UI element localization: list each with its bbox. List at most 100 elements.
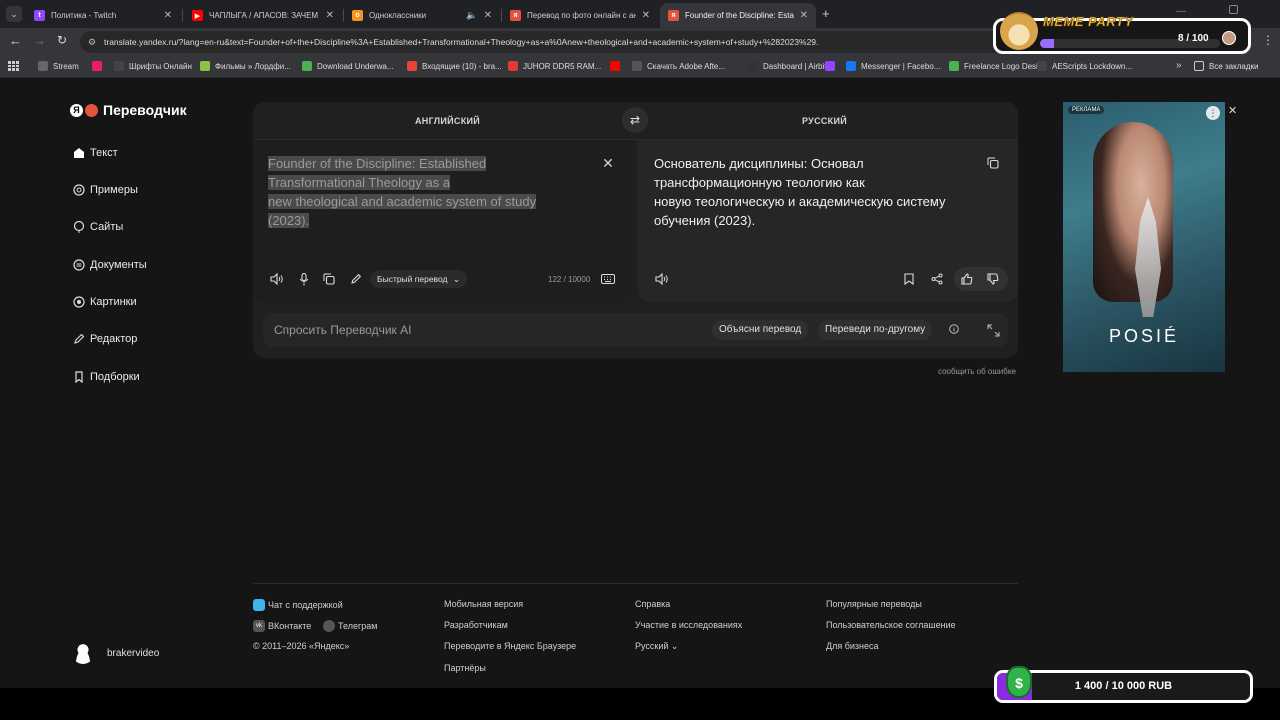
bookmark-item[interactable] bbox=[610, 61, 625, 71]
address-bar[interactable]: ⚙ translate.yandex.ru/?lang=en-ru&text=F… bbox=[80, 31, 1090, 53]
bookmark-item[interactable] bbox=[92, 61, 107, 71]
bookmark-item[interactable]: AEScripts Lockdown... bbox=[1037, 61, 1132, 71]
maximize-icon[interactable] bbox=[1229, 5, 1238, 14]
bookmark-item[interactable]: Фильмы » Лордфи... bbox=[200, 61, 291, 71]
tab-photo-translate[interactable]: я Перевод по фото онлайн с ан ✕ bbox=[502, 3, 658, 28]
footer-link[interactable]: Разработчикам bbox=[444, 620, 508, 630]
sidebar-item-editor[interactable]: Редактор bbox=[72, 332, 137, 345]
sidebar-item-images[interactable]: Картинки bbox=[72, 295, 137, 308]
explain-translation-chip[interactable]: Объясни перевод bbox=[712, 320, 809, 340]
info-icon[interactable] bbox=[947, 322, 961, 336]
target-language-selector[interactable]: РУССКИЙ bbox=[802, 116, 847, 126]
keyboard-icon[interactable] bbox=[600, 272, 616, 286]
close-tab-icon[interactable]: ✕ bbox=[484, 10, 492, 21]
documents-icon bbox=[72, 258, 85, 271]
sidebar-item-text[interactable]: Текст bbox=[72, 146, 118, 159]
sidebar-item-sites[interactable]: Сайты bbox=[72, 220, 123, 233]
bookmark-label: Входящие (10) - bra... bbox=[422, 61, 502, 71]
donation-goal-widget: 1 400 / 10 000 RUB bbox=[994, 670, 1253, 703]
bookmark-item[interactable]: Freelance Logo Desi... bbox=[949, 61, 1045, 71]
clear-text-icon[interactable]: ✕ bbox=[600, 155, 616, 171]
support-chat-link[interactable]: Чат с поддержкой bbox=[253, 599, 343, 611]
close-tab-icon[interactable]: ✕ bbox=[642, 10, 650, 21]
sidebar-item-examples[interactable]: Примеры bbox=[72, 183, 138, 196]
sidebar-item-label: Сайты bbox=[90, 220, 124, 233]
reload-icon[interactable]: ↻ bbox=[57, 33, 67, 47]
edit-pencil-icon[interactable] bbox=[348, 271, 364, 287]
report-error-link[interactable]: сообщить об ошибке bbox=[938, 367, 1016, 376]
source-text-area[interactable]: Founder of the Discipline: Established T… bbox=[268, 154, 568, 230]
sidebar-item-label: Подборки bbox=[90, 370, 140, 383]
translation-mode-dropdown[interactable]: Быстрый перевод ⌄ bbox=[370, 270, 467, 288]
copy-translation-icon[interactable] bbox=[985, 155, 1001, 171]
all-bookmarks-folder[interactable]: Все закладки bbox=[1194, 61, 1258, 71]
translation-line: трансформационную теологию как bbox=[654, 175, 865, 190]
source-language-selector[interactable]: АНГЛИЙСКИЙ bbox=[415, 116, 480, 126]
bookmark-icon[interactable] bbox=[901, 271, 917, 287]
minimize-icon[interactable]: — bbox=[1176, 6, 1186, 17]
forward-icon[interactable]: → bbox=[33, 33, 46, 48]
bookmark-label: Фильмы » Лордфи... bbox=[215, 61, 291, 71]
translate-differently-chip[interactable]: Переведи по-другому bbox=[818, 320, 933, 340]
back-icon[interactable]: ← bbox=[9, 33, 22, 48]
footer-link[interactable]: Переводите в Яндекс Браузере bbox=[444, 641, 576, 651]
footer-link[interactable]: Пользовательское соглашение bbox=[826, 620, 956, 630]
close-tab-icon[interactable]: ✕ bbox=[164, 10, 172, 21]
site-info-icon[interactable]: ⚙ bbox=[88, 31, 96, 53]
footer-link[interactable]: Партнёры bbox=[444, 663, 486, 673]
share-icon[interactable] bbox=[929, 271, 945, 287]
bookmark-item[interactable]: Входящие (10) - bra... bbox=[407, 61, 502, 71]
new-tab-icon[interactable]: + bbox=[822, 6, 830, 21]
sidebar-item-collections[interactable]: Подборки bbox=[72, 370, 140, 383]
tab-list-chevron-icon[interactable]: ⌄ bbox=[6, 6, 22, 22]
speaker-icon[interactable] bbox=[269, 271, 285, 287]
tab-odnoklassniki[interactable]: o Одноклассники 🔈 ✕ bbox=[344, 3, 500, 28]
bookmark-item[interactable]: Шрифты Онлайн bbox=[114, 61, 192, 71]
bookmark-item[interactable]: JUHOR DDR5 RAM... bbox=[508, 61, 601, 71]
footer-link[interactable]: Справка bbox=[635, 599, 670, 609]
money-bag-icon: $ bbox=[1006, 666, 1032, 698]
thumbs-up-icon[interactable] bbox=[959, 271, 975, 287]
advertisement-banner[interactable]: РЕКЛАМА ⋮ POSIÉ bbox=[1063, 102, 1225, 372]
microphone-icon[interactable] bbox=[296, 271, 312, 287]
footer-link[interactable]: Мобильная версия bbox=[444, 599, 523, 609]
tab-title: ЧАПЛЫГА / АПАСОВ: ЗАЧЕМ П bbox=[209, 11, 320, 20]
swap-languages-button[interactable]: ⇄ bbox=[622, 107, 648, 133]
source-line: Founder of the Discipline: Established bbox=[268, 156, 487, 171]
close-ad-icon[interactable]: ✕ bbox=[1228, 104, 1237, 117]
bookmark-item[interactable]: Download Underwa... bbox=[302, 61, 393, 71]
bookmark-favicon-icon bbox=[302, 61, 312, 71]
apps-grid-icon[interactable] bbox=[8, 61, 19, 71]
vk-link[interactable]: vk ВКонтакте bbox=[253, 620, 311, 632]
bookmark-item[interactable]: Скачать Adobe Afte... bbox=[632, 61, 725, 71]
language-switcher[interactable]: Русский ⌄ bbox=[635, 641, 678, 652]
tab-youtube[interactable]: ▶ ЧАПЛЫГА / АПАСОВ: ЗАЧЕМ П ✕ bbox=[184, 3, 342, 28]
sidebar-item-documents[interactable]: Документы bbox=[72, 258, 147, 271]
user-profile[interactable]: brakervideo bbox=[72, 642, 159, 664]
copy-source-icon[interactable] bbox=[321, 271, 337, 287]
tab-twitch[interactable]: t Политика - Twitch ✕ bbox=[26, 3, 180, 28]
menu-icon[interactable]: ⋮ bbox=[1262, 33, 1274, 47]
footer-link[interactable]: Для бизнеса bbox=[826, 641, 879, 651]
audio-playing-icon[interactable]: 🔈 bbox=[466, 10, 477, 21]
more-bookmarks-icon[interactable]: » bbox=[1176, 60, 1182, 71]
thumbs-down-icon[interactable] bbox=[985, 271, 1001, 287]
footer-link[interactable]: Популярные переводы bbox=[826, 599, 922, 609]
footer-link[interactable]: Участие в исследованиях bbox=[635, 620, 742, 630]
close-tab-icon[interactable]: ✕ bbox=[800, 10, 808, 21]
speaker-translation-icon[interactable] bbox=[654, 271, 670, 287]
ad-menu-icon[interactable]: ⋮ bbox=[1206, 106, 1220, 120]
bookmark-item[interactable]: Messenger | Facebo... bbox=[846, 61, 940, 71]
bookmark-label: Dashboard | Airbit bbox=[763, 61, 827, 71]
telegram-link[interactable]: Телеграм bbox=[323, 620, 377, 632]
tab-active-translate[interactable]: я Founder of the Discipline: Estab ✕ bbox=[660, 3, 816, 28]
bookmark-item[interactable] bbox=[825, 61, 840, 71]
bookmark-item[interactable]: Dashboard | Airbit bbox=[748, 61, 826, 71]
yandex-translate-icon: я bbox=[510, 10, 521, 21]
language-switcher-label: Русский bbox=[635, 641, 669, 651]
yandex-logo[interactable]: Я Переводчик bbox=[70, 102, 187, 118]
bookmark-item[interactable]: Stream bbox=[38, 61, 79, 71]
close-tab-icon[interactable]: ✕ bbox=[326, 10, 334, 21]
sidebar-item-label: Текст bbox=[90, 146, 118, 159]
expand-icon[interactable] bbox=[985, 322, 1001, 338]
